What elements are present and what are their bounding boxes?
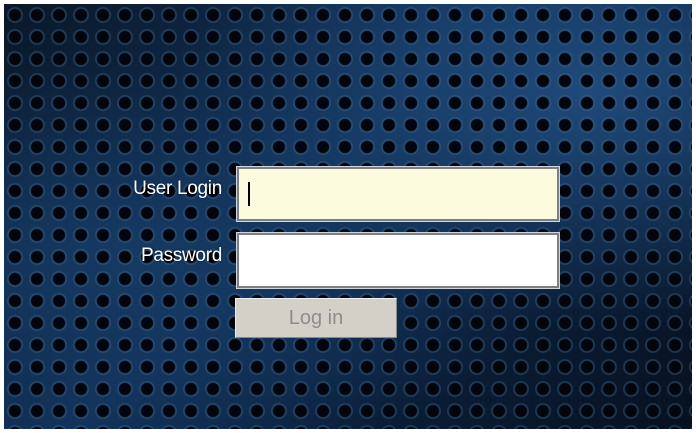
user-login-input[interactable] — [236, 166, 560, 222]
login-window: User Login Password Log in — [4, 4, 692, 429]
user-login-label: User Login — [133, 178, 222, 199]
text-caret — [248, 182, 250, 206]
password-input[interactable] — [236, 232, 560, 289]
password-label: Password — [140, 245, 222, 266]
log-in-button[interactable]: Log in — [235, 298, 397, 338]
